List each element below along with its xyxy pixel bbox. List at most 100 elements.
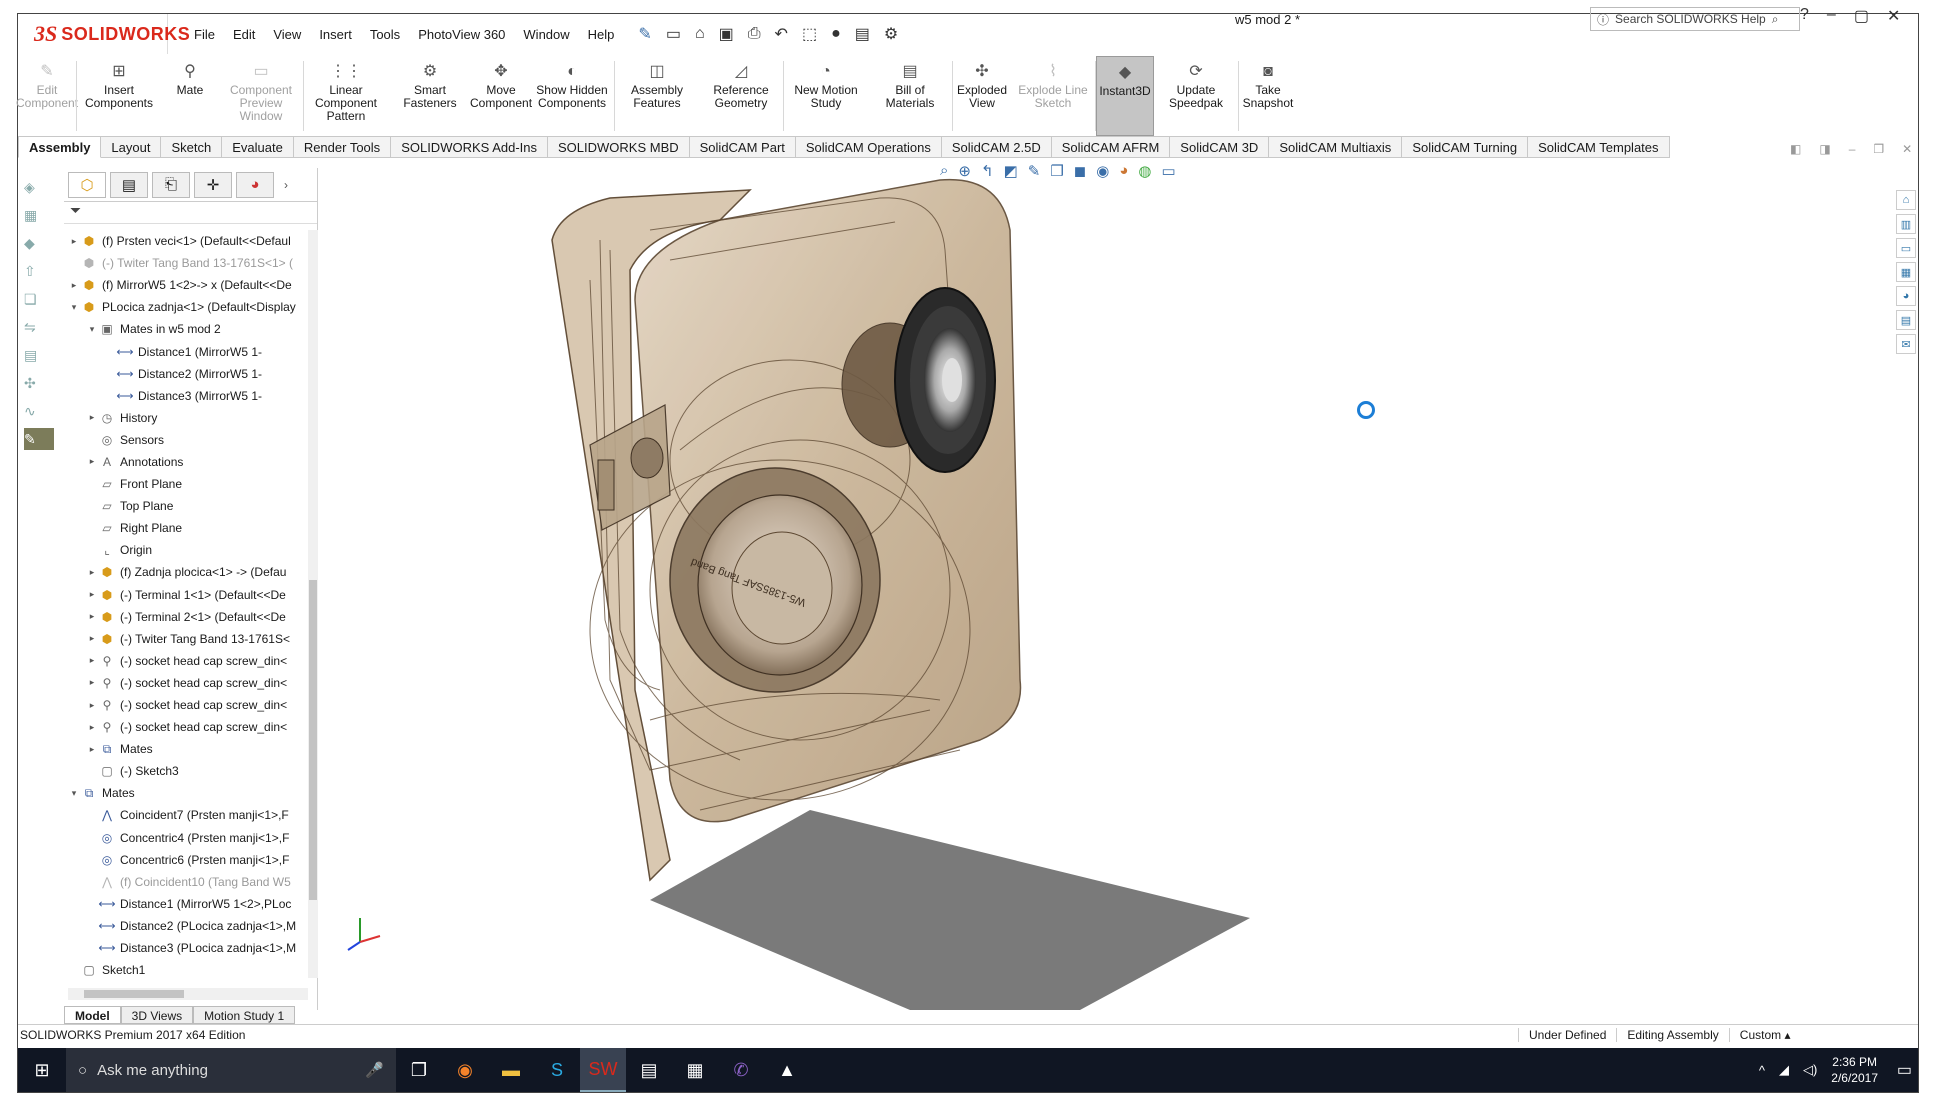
strip-curve-icon[interactable]: ∿ <box>24 400 54 422</box>
tab-render-tools[interactable]: Render Tools <box>293 136 392 158</box>
tree-node[interactable]: ⌞ Origin <box>64 539 308 561</box>
volume-icon[interactable]: ◁) <box>1803 1062 1817 1078</box>
select-icon[interactable]: ⬚ <box>802 24 817 44</box>
tree-node[interactable]: ⟷ Distance1 (MirrorW5 1- <box>64 340 308 362</box>
dimxpert-tab-icon[interactable]: ✛ <box>194 171 232 198</box>
menu-tools[interactable]: Tools <box>362 23 408 46</box>
bottom-tab-3d-views[interactable]: 3D Views <box>120 1006 194 1024</box>
doc-minimize-icon[interactable]: – <box>1849 142 1856 156</box>
tab-assembly[interactable]: Assembly <box>18 136 102 158</box>
print-icon[interactable]: ⎙ <box>748 25 761 43</box>
expand-toggle-icon[interactable]: ▾ <box>68 302 80 313</box>
action-center-icon[interactable]: ▭ <box>1897 1060 1912 1080</box>
help-search-input[interactable]: Search SOLIDWORKS Help <box>1615 12 1766 26</box>
doc-restore-icon[interactable]: ❐ <box>1873 142 1884 156</box>
new-motion-study-button[interactable]: ◔ New Motion Study <box>784 56 868 136</box>
bottom-tab-model[interactable]: Model <box>64 1006 121 1024</box>
expand-toggle-icon[interactable]: ▸ <box>68 236 80 247</box>
expand-toggle-icon[interactable]: ▾ <box>86 324 98 335</box>
tree-node[interactable]: ▸ ⬢ (-) Terminal 2<1> (Default<<De <box>64 606 308 628</box>
network-icon[interactable]: ◢ <box>1779 1062 1789 1078</box>
edit-component-button[interactable]: ✎ Edit Component <box>16 56 78 136</box>
bill-of-materials-button[interactable]: ▤ Bill of Materials <box>868 56 952 136</box>
reference-geometry-button[interactable]: ◿ Reference Geometry <box>699 56 783 136</box>
doc-close-icon[interactable]: ✕ <box>1902 142 1912 156</box>
tree-node[interactable]: ▸ ⬢ (f) Prsten veci<1> (Default<<Defaul <box>64 230 308 252</box>
tree-node[interactable]: ⟷ Distance3 (PLocica zadnja<1>,M <box>64 937 308 959</box>
tree-node[interactable]: ▸ ⬢ (-) Terminal 1<1> (Default<<De <box>64 584 308 606</box>
move-component-button[interactable]: ✥ Move Component <box>470 56 532 136</box>
expand-toggle-icon[interactable]: ▸ <box>86 744 98 755</box>
tile-right-icon[interactable]: ◨ <box>1819 142 1830 156</box>
menu-window[interactable]: Window <box>515 23 577 46</box>
expand-toggle-icon[interactable]: ▸ <box>86 655 98 666</box>
view-palette-icon[interactable]: ▦ <box>1896 262 1916 282</box>
tab-solidcam-turning[interactable]: SolidCAM Turning <box>1402 136 1529 158</box>
assembly-features-button[interactable]: ◫ Assembly Features <box>615 56 699 136</box>
design-library-icon[interactable]: ▥ <box>1896 214 1916 234</box>
expand-toggle-icon[interactable]: ▸ <box>86 633 98 644</box>
cortana-search[interactable]: ○ Ask me anything 🎤 <box>66 1048 396 1092</box>
close-icon[interactable]: ✕ <box>1887 6 1900 26</box>
expand-toggle-icon[interactable]: ▸ <box>86 700 98 711</box>
appearances-icon[interactable]: ◕ <box>1896 286 1916 306</box>
strip-move-icon[interactable]: ⇧ <box>24 260 54 282</box>
tree-node[interactable]: ▾ ▣ Mates in w5 mod 2 <box>64 318 308 340</box>
tab-layout[interactable]: Layout <box>101 136 162 158</box>
property-manager-tab-icon[interactable]: ▤ <box>110 171 148 198</box>
display-manager-tab-icon[interactable]: ◕ <box>236 171 274 198</box>
menu-photoview-360[interactable]: PhotoView 360 <box>410 23 513 46</box>
tile-left-icon[interactable]: ◧ <box>1790 142 1801 156</box>
save-icon[interactable]: ▣ <box>719 24 734 44</box>
tab-sketch[interactable]: Sketch <box>161 136 223 158</box>
tree-node[interactable]: ▾ ⧉ Mates <box>64 782 308 804</box>
expand-toggle-icon[interactable]: ▸ <box>86 412 98 423</box>
clock[interactable]: 2:36 PM 2/6/2017 <box>1831 1054 1878 1086</box>
viber-icon[interactable]: ✆ <box>718 1048 764 1092</box>
tree-horizontal-scrollbar[interactable] <box>68 988 308 1000</box>
expand-toggle-icon[interactable]: ▸ <box>86 456 98 467</box>
expand-toggle-icon[interactable]: ▾ <box>68 788 80 799</box>
strip-explode-icon[interactable]: ✣ <box>24 372 54 394</box>
strip-view-icon[interactable]: ◆ <box>24 232 54 254</box>
tree-node[interactable]: ⟷ Distance1 (MirrorW5 1<2>,PLoc <box>64 893 308 915</box>
microphone-icon[interactable]: 🎤 <box>365 1061 384 1079</box>
strip-measure-icon[interactable]: ✎ <box>24 428 54 450</box>
tree-node[interactable]: ▸ ⬢ (f) MirrorW5 1<2>-> x (Default<<De <box>64 274 308 296</box>
maximize-icon[interactable]: ▢ <box>1854 6 1869 26</box>
explode-line-sketch-button[interactable]: ⌇ Explode Line Sketch <box>1011 56 1095 136</box>
tree-node[interactable]: ▸ ⧉ Mates <box>64 738 308 760</box>
tree-node[interactable]: ⋀ (f) Coincident10 (Tang Band W5 <box>64 871 308 893</box>
scrollbar-thumb[interactable] <box>84 990 184 998</box>
status-cell[interactable]: Custom ▴ <box>1728 1027 1801 1042</box>
solidworks-resources-icon[interactable]: ⌂ <box>1896 190 1916 210</box>
graphics-area[interactable]: ⌕ ⊕ ↰ ◩ ✎ ❒ ◼ ◉ ◕ ◍ ▭ W5-1385SAF Tang Ba… <box>320 160 1900 1010</box>
tree-node[interactable]: ⟷ Distance2 (PLocica zadnja<1>,M <box>64 915 308 937</box>
component-preview-window-button[interactable]: ▭ Component Preview Window <box>219 56 303 136</box>
tree-node[interactable]: ▸ A Annotations <box>64 451 308 473</box>
tree-node[interactable]: ⋀ Coincident7 (Prsten manji<1>,F <box>64 804 308 826</box>
options-gear-icon[interactable]: ⚙ <box>884 24 898 44</box>
panel-expand-arrow-icon[interactable]: › <box>284 178 288 192</box>
tree-node[interactable]: ⟷ Distance3 (MirrorW5 1- <box>64 385 308 407</box>
tab-solidcam-afrm[interactable]: SolidCAM AFRM <box>1051 136 1171 158</box>
tree-node[interactable]: ▢ Sketch1 <box>64 959 308 978</box>
tree-node[interactable]: ▱ Top Plane <box>64 495 308 517</box>
pin-icon[interactable]: ✎ <box>638 24 651 44</box>
strip-assembly-icon[interactable]: ◈ <box>24 176 54 198</box>
calculator-like-icon[interactable]: ▤ <box>626 1048 672 1092</box>
tab-solidcam-operations[interactable]: SolidCAM Operations <box>795 136 942 158</box>
solidworks-taskbar-icon[interactable]: SW <box>580 1048 626 1092</box>
traffic-light-icon[interactable]: ● <box>831 25 841 43</box>
show-hidden-components-button[interactable]: ◐ Show Hidden Components <box>530 56 614 136</box>
configuration-manager-tab-icon[interactable]: ⎗ <box>152 171 190 198</box>
windows-start-icon[interactable]: ⊞ <box>18 1048 66 1092</box>
speaker-assembly-model[interactable]: W5-1385SAF Tang Band <box>320 160 1900 1010</box>
expand-toggle-icon[interactable]: ▸ <box>86 677 98 688</box>
take-snapshot-button[interactable]: ◙ Take Snapshot <box>1239 56 1297 136</box>
tab-solidcam-2-5d[interactable]: SolidCAM 2.5D <box>941 136 1052 158</box>
menu-insert[interactable]: Insert <box>311 23 360 46</box>
calculator-icon[interactable]: ▦ <box>672 1048 718 1092</box>
tree-node[interactable]: ⟷ Distance2 (MirrorW5 1- <box>64 363 308 385</box>
solidworks-logo[interactable]: 3S SOLIDWORKS <box>18 14 190 54</box>
